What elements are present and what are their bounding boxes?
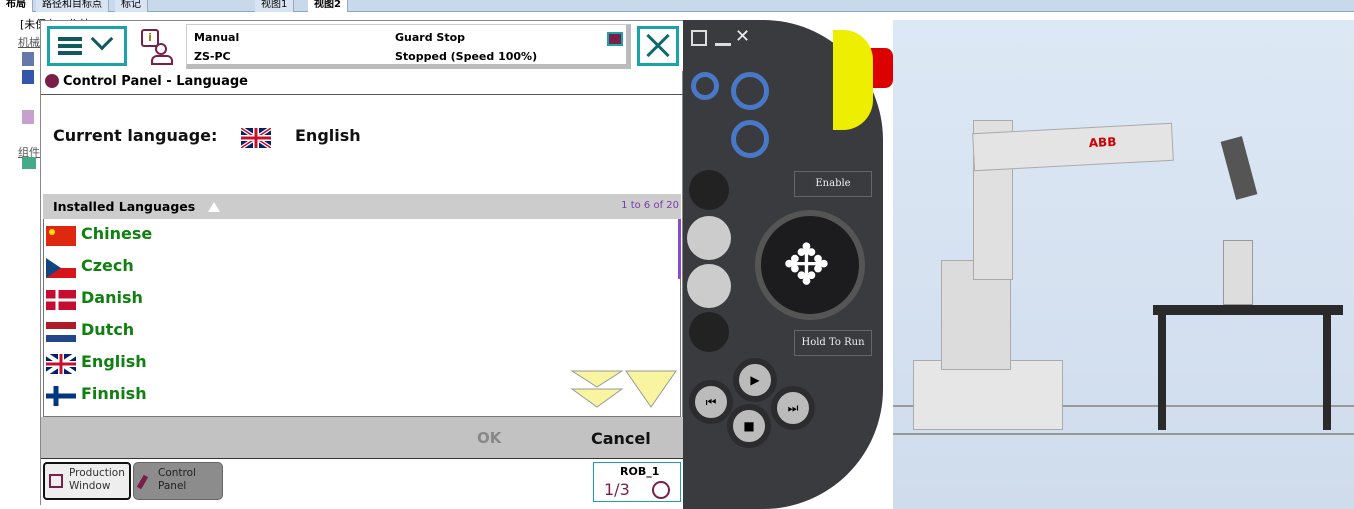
list-item[interactable]: Danish [44,283,674,315]
flag-cn-icon [46,226,76,246]
event-log-icon[interactable]: i [141,29,175,65]
status-bar[interactable]: Manual ZS-PC Guard Stop Stopped (Speed 1… [186,24,631,69]
column-header[interactable]: Installed Languages [53,199,195,214]
list-item[interactable]: Czech [44,251,674,283]
control-panel-label: Control Panel [158,467,196,492]
work-table [1153,305,1343,315]
scrollbar[interactable] [678,219,681,279]
increment-indicator: 1/3 [604,480,630,499]
language-name: Danish [81,288,143,307]
production-window-button[interactable]: Production Window [43,462,131,500]
start-button[interactable]: ▶ [733,358,777,402]
flag-nl-icon [46,322,76,342]
robot-icon [22,52,34,66]
motion-mode-button[interactable] [687,216,731,260]
group-mechanism: 机械 [18,36,40,49]
increment-button[interactable] [687,264,731,308]
view-tabs: 布局 路径和目标点 标记 视图1 视图2 [0,0,1354,12]
tool-icon [22,70,34,84]
page-title: Control Panel - Language [41,71,684,95]
robot-base [913,360,1063,430]
taskbar: Production Window Control Panel ROB_1 1/… [41,459,684,506]
cancel-button[interactable]: Cancel [591,429,651,448]
tab-paths[interactable]: 路径和目标点 [36,0,109,12]
close-button[interactable] [637,26,679,66]
list-header[interactable]: Installed Languages 1 to 6 of 20 [43,194,681,219]
button-bar: OK Cancel [41,417,684,459]
tab-tags[interactable]: 标记 [115,0,148,12]
chevron-down-icon [90,27,114,51]
stop-button[interactable]: ■ [727,404,771,448]
hold-to-run-button[interactable]: Hold To Run [794,330,872,356]
component-icon [22,157,36,169]
header: i Manual ZS-PC Guard Stop Stopped (Speed… [41,21,684,71]
operating-mode: Manual [194,31,240,44]
close-icon[interactable]: ✕ [735,26,750,47]
key-button[interactable] [731,72,769,110]
page-title-text: Control Panel - Language [63,74,248,89]
hotedit-icon [607,32,623,46]
unit-toggle-button[interactable] [689,312,729,352]
flexpendant-hardware: ✕ ✥ Enable Hold To Run ▶ ⏮ ⏭ ■ [683,20,893,509]
step-forward-button[interactable]: ⏭ [771,386,815,430]
flag-gb-icon [46,354,76,374]
current-language-label: Current language: [53,126,218,145]
mechanical-unit-button[interactable] [689,170,729,210]
current-language: Current language: English [53,126,361,148]
maximize-icon[interactable] [691,30,707,46]
language-name: Czech [81,256,134,275]
page-down-icon [570,370,624,408]
scroll-down-icon [625,370,677,408]
flag-fi-icon [46,386,76,406]
main-menu-button[interactable] [47,26,127,66]
abb-logo: ABB [1088,134,1117,151]
tab-view1[interactable]: 视图1 [255,0,295,12]
robot-tool [1220,136,1258,200]
layout-tree: [未保存工作站] 机械 组件 [0,12,95,509]
flag-dk-icon [46,290,76,310]
flag-gb-icon [241,128,271,148]
language-name: Dutch [81,320,135,339]
program-state: Stopped (Speed 100%) [395,50,538,63]
joystick-arrows-icon: ✥ [783,233,830,298]
mechanical-unit: ROB_1 [620,465,660,478]
tab-view2[interactable]: 视图2 [308,0,348,12]
key-button[interactable] [691,72,719,100]
language-list: Chinese Czech Danish Dutch English Finni… [43,219,681,417]
workpiece [1223,240,1253,305]
language-name: English [81,352,147,371]
wrench-icon [136,474,149,490]
tool-icon [22,110,34,124]
production-label: Production Window [69,467,125,492]
list-range: 1 to 6 of 20 [621,200,679,211]
control-panel-icon [45,74,59,88]
controller-name: ZS-PC [194,50,231,63]
tab-layout[interactable]: 布局 [0,0,33,12]
flexpendant-screen: i Manual ZS-PC Guard Stop Stopped (Speed… [40,20,684,506]
flag-cz-icon [46,258,76,278]
enable-button[interactable]: Enable [794,171,872,197]
list-item[interactable]: Dutch [44,315,674,347]
run-mode-icon [652,481,670,499]
ok-button[interactable]: OK [477,429,501,447]
current-language-value: English [295,126,361,145]
sort-icon[interactable] [207,202,220,212]
step-back-button[interactable]: ⏮ [689,380,733,424]
production-icon [49,474,63,488]
menu-icon [58,37,82,41]
3d-view[interactable]: ABB [893,20,1354,509]
controller-state: Guard Stop [395,31,466,44]
language-name: Chinese [81,224,153,243]
scroll-buttons[interactable] [570,369,678,411]
key-button[interactable] [731,120,769,158]
quickset-button[interactable]: ROB_1 1/3 [593,462,681,502]
control-panel-button[interactable]: Control Panel [133,462,223,500]
list-item[interactable]: Chinese [44,219,674,251]
language-name: Finnish [81,384,147,403]
joystick[interactable]: ✥ [755,210,865,320]
minimize-icon[interactable] [715,30,731,46]
